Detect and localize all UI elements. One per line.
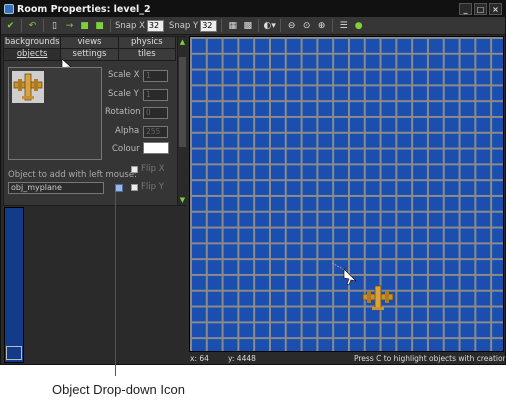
clear-room-icon[interactable]: ▯ [48,19,61,32]
title-bar: Room Properties: level_2 _ □ × [1,1,505,17]
lock-icon[interactable]: ■ [78,19,91,32]
snap-x-label: Snap X [115,20,145,31]
rotation-input[interactable]: 0 [143,107,168,119]
toolbar-separator [332,19,334,32]
help-icon[interactable]: ● [352,19,365,32]
minimap-view-rect[interactable] [6,346,22,360]
room-minimap[interactable] [4,207,24,363]
toolbar-separator [110,19,111,32]
shift-right-icon[interactable]: → [63,19,76,32]
maximize-button[interactable]: □ [474,3,487,15]
object-name-field[interactable]: obj_myplane [8,182,104,194]
toolbar-separator [21,19,22,32]
tab-backgrounds[interactable]: backgrounds [4,37,62,49]
room-overview-area [3,207,186,364]
status-x: x: 64 [190,354,209,363]
room-properties-window: Room Properties: level_2 _ □ × ✔ ↶ ▯ → ■… [0,0,506,365]
rotation-label: Rotation [105,107,141,117]
object-to-add-label: Object to add with left mouse: [8,170,137,180]
window-title: Room Properties: level_2 [17,3,151,15]
tab-objects[interactable]: objects [4,49,62,61]
snap-y-label: Snap Y [168,20,199,31]
isometric-grid-icon[interactable]: ▩ [241,19,254,32]
status-hint: Press C to highlight objects with creati… [354,354,506,363]
figure-caption: Object Drop-down Icon [52,382,185,397]
scale-y-input[interactable]: 1 [143,89,168,101]
flip-x-label: Flip X [141,164,165,174]
flip-y-checkbox[interactable] [131,184,138,191]
room-canvas[interactable] [189,36,504,352]
tab-physics[interactable]: physics [118,37,176,49]
properties-panel: backgrounds views physics objects settin… [3,36,187,206]
scale-y-label: Scale Y [108,89,139,99]
status-y: y: 4448 [228,354,256,363]
plane-instance[interactable] [362,284,394,312]
tab-tiles[interactable]: tiles [118,49,176,61]
unlock-icon[interactable]: ■ [93,19,106,32]
alpha-input[interactable]: 255 [143,126,168,138]
toolbar-separator [43,19,44,32]
app-icon [4,4,14,14]
toolbar-separator [221,19,223,32]
alpha-label: Alpha [115,126,140,136]
colour-label: Colour [112,144,140,154]
zoom-reset-icon[interactable]: ⊙ [300,19,313,32]
colour-picker[interactable] [143,142,169,154]
close-button[interactable]: × [489,3,502,15]
snap-x-input[interactable] [146,19,164,32]
plane-sprite-thumbnail [12,71,44,103]
object-preview [8,67,102,160]
checkmark-icon[interactable]: ✔ [4,19,17,32]
toolbar-separator [258,19,260,32]
view-dropdown-icon[interactable]: ◐▾ [263,19,276,32]
zoom-out-icon[interactable]: ⊖ [285,19,298,32]
object-dropdown-icon[interactable] [115,184,123,192]
snap-y-input[interactable] [200,19,218,32]
scroll-up-icon[interactable]: ▲ [179,38,186,46]
grid-toggle-icon[interactable]: ▦ [226,19,239,32]
tab-row-bottom: objects settings tiles [4,49,176,61]
plane-icon [13,73,43,101]
callout-line [115,192,116,376]
scroll-thumb[interactable] [179,57,186,147]
properties-scrollbar[interactable]: ▲ ▼ [177,37,187,205]
scale-x-label: Scale X [108,70,140,80]
scale-x-input[interactable]: 1 [143,70,168,82]
status-bar: x: 64 y: 4448 Press C to highlight objec… [189,352,506,364]
undo-icon[interactable]: ↶ [26,19,39,32]
toolbar: ✔ ↶ ▯ → ■ ■ Snap X Snap Y ▦ ▩ ◐▾ ⊖ ⊙ ⊕ ☰… [1,17,505,35]
flip-y-label: Flip Y [141,182,164,192]
scroll-down-icon[interactable]: ▼ [179,196,186,204]
tab-row-top: backgrounds views physics [4,37,176,49]
zoom-in-icon[interactable]: ⊕ [315,19,328,32]
minimize-button[interactable]: _ [459,3,472,15]
tab-views[interactable]: views [61,37,119,49]
list-icon[interactable]: ☰ [337,19,350,32]
toolbar-separator [280,19,282,32]
